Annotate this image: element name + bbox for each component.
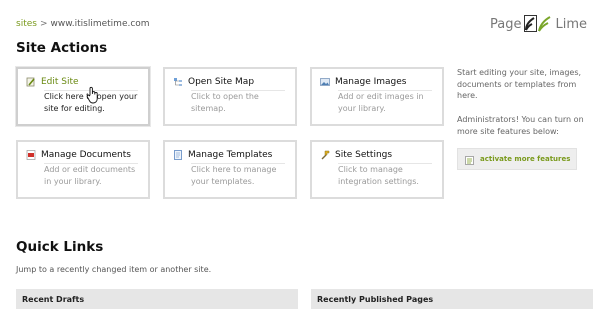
breadcrumb-sites-link[interactable]: sites [16, 19, 37, 29]
logo-text-page: Page [489, 16, 522, 32]
manage-templates-title[interactable]: Manage Templates [173, 150, 272, 160]
recently-published-panel: Recently Published Pages [311, 289, 593, 309]
site-settings-title[interactable]: Site Settings [320, 150, 392, 160]
image-icon [320, 77, 330, 87]
activate-more-features-button[interactable]: activate more features [457, 148, 577, 170]
sidebar-admin-note: Administrators! You can turn on more sit… [457, 115, 584, 136]
manage-documents-desc: Add or edit documents in your library. [44, 165, 136, 186]
quick-links-subtitle: Jump to a recently changed item or anoth… [16, 265, 212, 274]
edit-site-card[interactable]: Edit Site Click here to open your site f… [16, 67, 150, 126]
recent-drafts-title: Recent Drafts [22, 294, 85, 304]
activate-more-features-label: activate more features [480, 155, 571, 163]
manage-images-label: Manage Images [335, 77, 407, 87]
open-site-map-label: Open Site Map [188, 77, 255, 87]
open-site-map-desc: Click to open the sitemap. [191, 92, 259, 113]
edit-site-label: Edit Site [41, 77, 79, 87]
breadcrumb: sites > www.itislimetime.com [16, 19, 150, 29]
open-site-map-card[interactable]: Open Site Map Click to open the sitemap. [163, 67, 297, 126]
recent-drafts-panel: Recent Drafts [16, 289, 298, 309]
site-settings-label: Site Settings [335, 150, 393, 160]
site-settings-desc: Click to manage integration settings. [338, 165, 419, 186]
manage-documents-card[interactable]: Manage Documents Add or edit documents i… [16, 140, 150, 199]
pdf-document-icon [26, 150, 36, 160]
open-site-map-title[interactable]: Open Site Map [173, 77, 254, 87]
pencil-page-icon [26, 77, 36, 87]
site-settings-card[interactable]: Site Settings Click to manage integratio… [310, 140, 444, 199]
site-actions-heading: Site Actions [16, 40, 108, 56]
edit-site-title[interactable]: Edit Site [26, 77, 79, 87]
breadcrumb-site: www.itislimetime.com [50, 19, 150, 29]
recently-published-title: Recently Published Pages [317, 294, 434, 304]
breadcrumb-separator: > [39, 19, 48, 29]
manage-documents-label: Manage Documents [41, 150, 131, 160]
manage-images-desc: Add or edit images in your library. [338, 92, 424, 113]
quick-links-heading: Quick Links [16, 239, 104, 255]
manage-documents-title[interactable]: Manage Documents [26, 150, 131, 160]
template-icon [173, 150, 183, 160]
hand-cursor-icon [86, 86, 100, 104]
manage-images-card[interactable]: Manage Images Add or edit images in your… [310, 67, 444, 126]
logo-text-lime: Lime [555, 16, 587, 32]
manage-templates-card[interactable]: Manage Templates Click here to manage yo… [163, 140, 297, 199]
manage-templates-label: Manage Templates [188, 150, 273, 160]
feature-list-icon [465, 150, 474, 169]
manage-templates-desc: Click here to manage your templates. [191, 165, 277, 186]
lime-logo-icon [524, 15, 552, 33]
pagelime-logo[interactable]: Page Lime [490, 15, 587, 33]
sidebar-intro: Start editing your site, images, documen… [457, 68, 582, 100]
settings-icon [320, 150, 330, 160]
sitemap-icon [173, 77, 183, 87]
manage-images-title[interactable]: Manage Images [320, 77, 407, 87]
